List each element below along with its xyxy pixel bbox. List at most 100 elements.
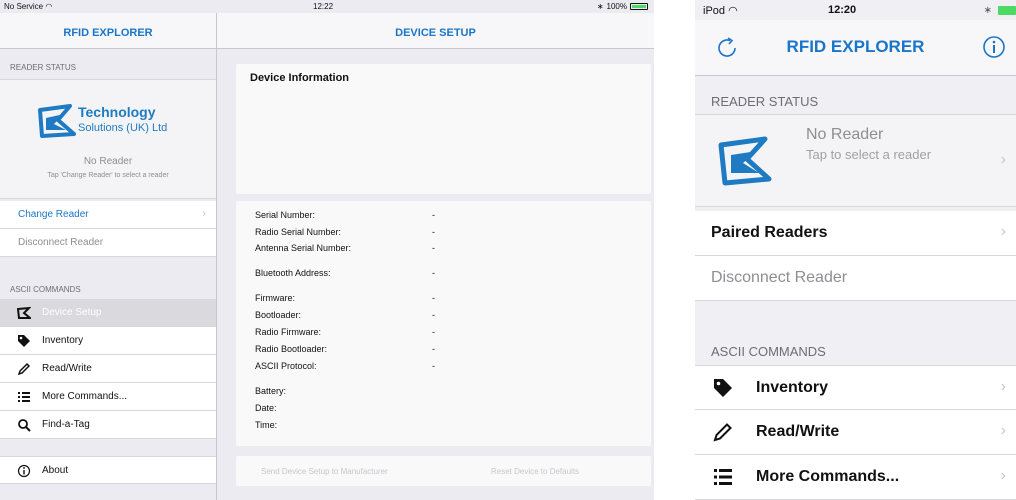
- carrier-label: iPod ◠: [703, 4, 738, 17]
- info-label: Radio Serial Number:: [255, 227, 342, 237]
- info-value: -: [432, 327, 435, 337]
- info-label: Radio Firmware:: [255, 327, 322, 337]
- info-label: Battery:: [255, 386, 287, 396]
- chevron-right-icon: ›: [1000, 151, 1006, 168]
- screenshot-composite: No Service ◠ 12:22 ∗ 100% RFID EXPLORER …: [0, 0, 1016, 500]
- clock: 12:22: [313, 2, 334, 11]
- menu-item-read-write[interactable]: Read/Write ›: [695, 410, 1016, 455]
- disconnect-reader-button[interactable]: Disconnect Reader: [695, 256, 1016, 301]
- bluetooth-icon: ∗: [596, 2, 604, 11]
- reader-status-card: Technology Solutions (UK) Ltd No Reader …: [0, 79, 216, 199]
- carrier-text: No Service: [4, 2, 44, 11]
- info-value: -: [432, 293, 435, 303]
- list-icon: [18, 392, 30, 402]
- info-label: Date:: [255, 403, 277, 413]
- wifi-icon: ◠: [728, 5, 738, 17]
- info-value: -: [432, 310, 435, 320]
- menu-item-label: Device Setup: [42, 307, 102, 318]
- menu-item-label: Inventory: [42, 335, 84, 346]
- tsl-logo-icon: [718, 136, 772, 186]
- info-label: Bluetooth Address:: [255, 268, 331, 278]
- app-title: RFID EXPLORER: [786, 37, 925, 56]
- chevron-right-icon: ›: [1000, 422, 1006, 439]
- disconnect-reader-label: Disconnect Reader: [18, 237, 104, 248]
- ipad-status-bar: No Service ◠ 12:22 ∗ 100%: [0, 0, 654, 13]
- wifi-icon: ◠: [45, 2, 53, 11]
- reader-hint: Tap to select a reader: [806, 147, 932, 162]
- master-panel: READER STATUS Technology Solutions (UK) …: [0, 49, 217, 500]
- reset-device-button[interactable]: Reset Device to Defaults: [491, 467, 579, 476]
- ascii-commands-header: ASCII COMMANDS: [10, 285, 81, 294]
- chevron-right-icon: ›: [1000, 467, 1006, 484]
- list-icon: [714, 469, 732, 485]
- reader-name: No Reader: [806, 126, 884, 143]
- detail-nav-bar: DEVICE SETUP: [217, 13, 654, 49]
- battery-indicator: ∗ 100%: [597, 2, 648, 11]
- clock: 12:20: [828, 4, 857, 16]
- paired-readers-button[interactable]: Paired Readers ›: [695, 211, 1016, 256]
- battery-icon: [998, 6, 1016, 15]
- reader-name: No Reader: [83, 156, 133, 167]
- menu-item-inventory[interactable]: Inventory: [0, 327, 216, 355]
- iphone-screen: iPod ◠ 12:20 ∗ RFID EXPLORER READER STAT…: [695, 0, 1016, 500]
- iphone-status-bar: iPod ◠ 12:20 ∗: [695, 0, 1016, 20]
- info-value: -: [432, 361, 435, 371]
- info-label: Time:: [255, 420, 278, 430]
- reader-status-header: READER STATUS: [711, 94, 819, 109]
- menu-item-inventory[interactable]: Inventory ›: [695, 365, 1016, 410]
- info-label: Radio Bootloader:: [255, 344, 328, 354]
- info-value: -: [432, 227, 435, 237]
- company-logo: Technology Solutions (UK) Ltd: [36, 102, 186, 142]
- reader-status-row[interactable]: No Reader Tap to select a reader ›: [695, 114, 1016, 207]
- info-label: ASCII Protocol:: [255, 361, 317, 371]
- bluetooth-icon: ∗: [983, 5, 992, 16]
- menu-item-read-write[interactable]: Read/Write: [0, 355, 216, 383]
- magnifier-icon: [18, 419, 31, 432]
- info-value: -: [432, 243, 435, 253]
- disconnect-reader-button[interactable]: Disconnect Reader: [0, 229, 216, 257]
- master-title: RFID EXPLORER: [63, 27, 153, 39]
- paired-readers-label: Paired Readers: [711, 224, 828, 241]
- detail-title: DEVICE SETUP: [395, 27, 476, 39]
- device-details-card: Serial Number: - Radio Serial Number: - …: [236, 201, 651, 446]
- disconnect-reader-label: Disconnect Reader: [711, 269, 848, 286]
- info-label: Serial Number:: [255, 210, 316, 220]
- info-icon[interactable]: [982, 35, 1006, 59]
- reader-hint: Tap 'Change Reader' to select a reader: [47, 172, 169, 179]
- device-information-card: Device Information: [236, 64, 651, 194]
- change-reader-label: Change Reader: [18, 209, 89, 220]
- send-device-setup-button[interactable]: Send Device Setup to Manufacturer: [261, 467, 388, 476]
- info-label: Antenna Serial Number:: [255, 243, 352, 253]
- info-label: Firmware:: [255, 293, 295, 303]
- about-button[interactable]: About: [0, 456, 216, 484]
- menu-item-find-a-tag[interactable]: Find-a-Tag: [0, 411, 216, 439]
- carrier-label: No Service ◠: [4, 2, 52, 11]
- tsl-logo-icon: [38, 104, 76, 138]
- menu-item-label: More Commands...: [42, 391, 128, 402]
- change-reader-button[interactable]: Change Reader ›: [0, 201, 216, 229]
- reader-status-header: READER STATUS: [10, 63, 76, 72]
- pencil-icon: [713, 423, 732, 442]
- info-label: Bootloader:: [255, 310, 302, 320]
- logo-text-line1: Technology: [78, 104, 156, 120]
- battery-percent: 100%: [606, 2, 627, 11]
- menu-item-more-commands[interactable]: More Commands...: [0, 383, 216, 411]
- menu-item-device-setup[interactable]: Device Setup: [0, 299, 216, 327]
- menu-item-label: Read/Write: [42, 363, 92, 374]
- chevron-right-icon: ›: [1000, 223, 1006, 240]
- ipad-screen: No Service ◠ 12:22 ∗ 100% RFID EXPLORER …: [0, 0, 654, 500]
- logo-text-line2: Solutions (UK) Ltd: [78, 122, 168, 134]
- battery-indicator: ∗: [984, 5, 1016, 16]
- iphone-nav-bar: RFID EXPLORER: [695, 20, 1016, 76]
- info-value: -: [432, 210, 435, 220]
- tag-icon: [714, 379, 732, 397]
- menu-item-label: Inventory: [756, 379, 829, 396]
- chevron-right-icon: ›: [202, 208, 206, 220]
- master-nav-bar: RFID EXPLORER: [0, 13, 217, 49]
- detail-panel: Device Information Serial Number: - Radi…: [217, 49, 654, 500]
- menu-item-more-commands[interactable]: More Commands... ›: [695, 455, 1016, 500]
- pencil-icon: [17, 362, 31, 376]
- menu-item-label: Find-a-Tag: [42, 419, 90, 430]
- action-buttons-card: Send Device Setup to Manufacturer Reset …: [236, 456, 651, 486]
- tag-icon: [18, 335, 30, 347]
